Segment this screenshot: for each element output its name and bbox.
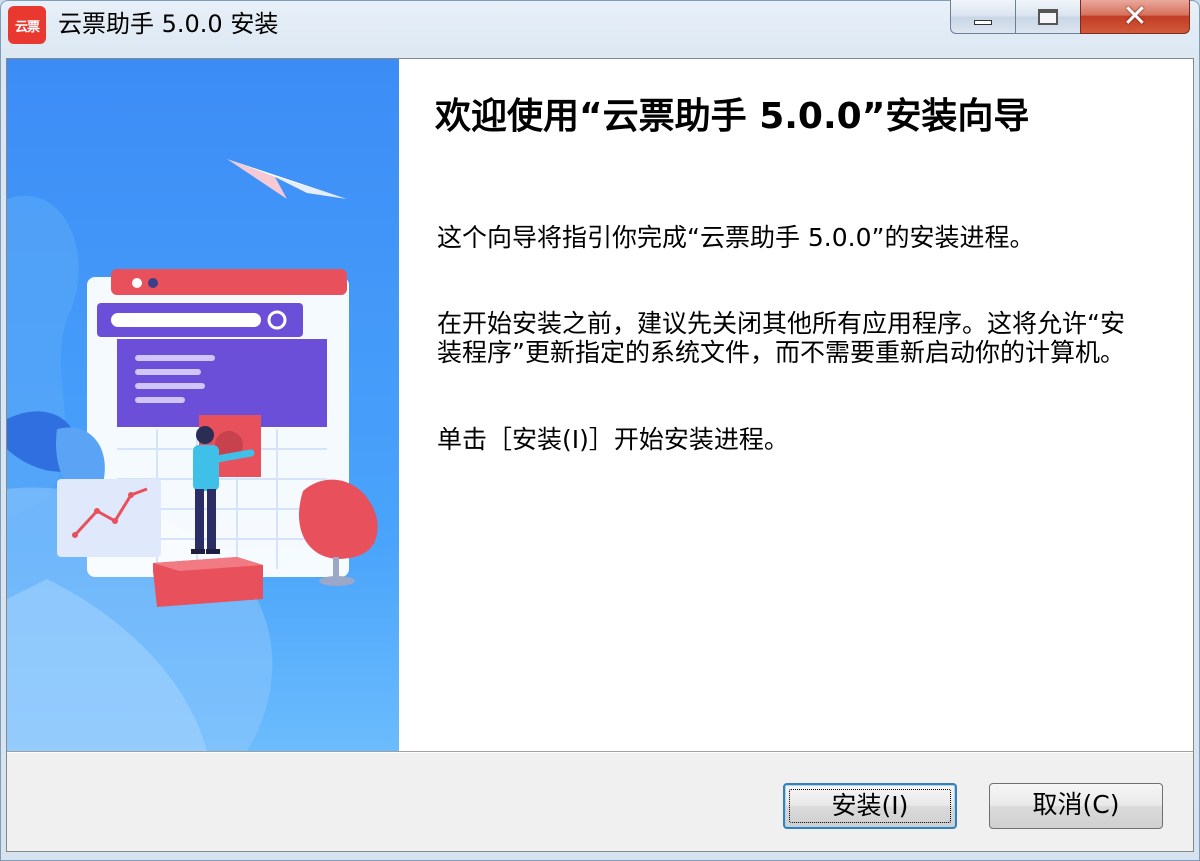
welcome-illustration xyxy=(7,59,399,751)
app-logo-icon: 云票 xyxy=(8,6,46,44)
title-bar[interactable]: 云票 云票助手 5.0.0 安装 ✕ xyxy=(0,0,1200,50)
wizard-content: 欢迎使用“云票助手 5.0.0”安装向导 这个向导将指引你完成“云票助手 5.0… xyxy=(6,58,1194,852)
footer-divider xyxy=(7,751,1193,753)
illustration-svg xyxy=(7,159,378,751)
wizard-heading: 欢迎使用“云票助手 5.0.0”安装向导 xyxy=(435,96,1030,137)
pedestal-box-icon xyxy=(153,557,263,607)
cancel-button-label: 取消(C) xyxy=(1032,790,1120,819)
installer-window: 云票 云票助手 5.0.0 安装 ✕ 欢迎使用“云票助手 5.0.0”安装向导 … xyxy=(0,0,1200,861)
app-logo-text: 云票 xyxy=(14,19,40,35)
close-icon: ✕ xyxy=(1122,0,1148,34)
welcome-panel: 欢迎使用“云票助手 5.0.0”安装向导 这个向导将指引你完成“云票助手 5.0… xyxy=(399,59,1193,751)
minimize-icon xyxy=(974,20,992,25)
maximize-button[interactable] xyxy=(1015,0,1081,34)
close-button[interactable]: ✕ xyxy=(1080,0,1190,34)
paper-plane-icon xyxy=(227,159,347,199)
minimize-button[interactable] xyxy=(950,0,1016,34)
install-button-label: 安装(I) xyxy=(831,791,909,820)
window-title: 云票助手 5.0.0 安装 xyxy=(58,10,279,38)
intro-paragraph: 这个向导将指引你完成“云票助手 5.0.0”的安装进程。 xyxy=(437,223,1035,252)
cancel-button[interactable]: 取消(C) xyxy=(989,783,1163,829)
click-install-paragraph: 单击［安装(I)］开始安装进程。 xyxy=(437,425,789,454)
close-apps-paragraph: 在开始安装之前，建议先关闭其他所有应用程序。这将允许“安装程序”更新指定的系统文… xyxy=(437,309,1125,367)
line-chart-card-icon xyxy=(57,479,161,557)
install-button[interactable]: 安装(I) xyxy=(783,783,957,829)
maximize-icon xyxy=(1038,8,1058,25)
